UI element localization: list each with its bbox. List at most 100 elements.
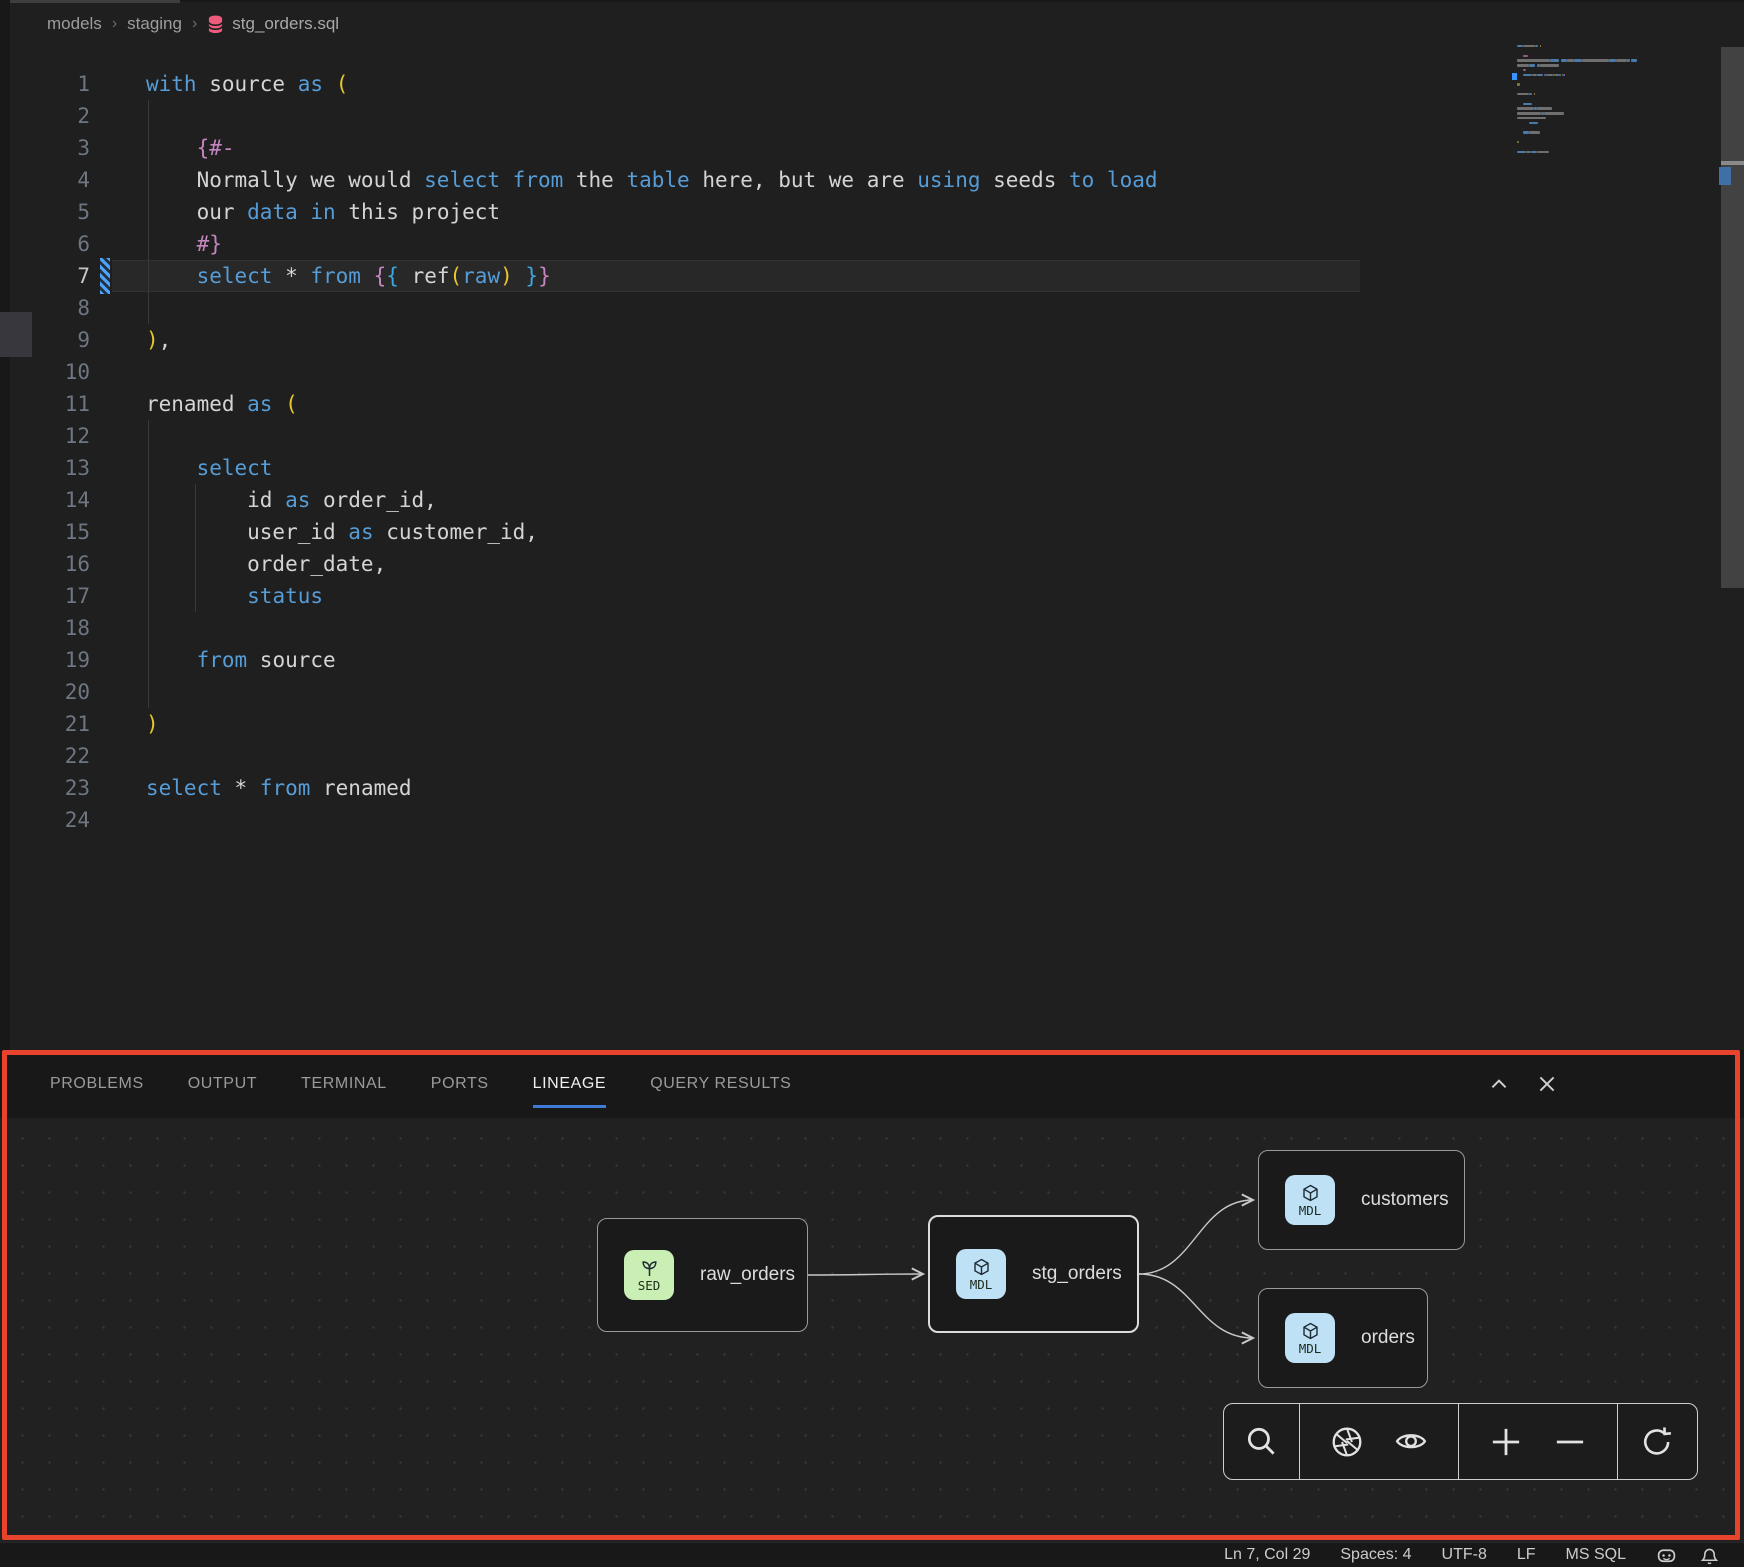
line-number: 22 [0, 740, 90, 772]
code-line-8[interactable]: 8 [0, 292, 1744, 324]
chevron-up-icon[interactable] [1488, 1073, 1510, 1095]
bell-icon[interactable] [1699, 1545, 1720, 1566]
search-icon[interactable] [1245, 1425, 1279, 1459]
code-line-19[interactable]: 19 from source [0, 644, 1744, 676]
toolbar-group [1617, 1404, 1697, 1479]
code-line-21[interactable]: 21) [0, 708, 1744, 740]
chevron-right-icon: › [192, 15, 197, 33]
code-line-22[interactable]: 22 [0, 740, 1744, 772]
code-line-15[interactable]: 15 user_id as customer_id, [0, 516, 1744, 548]
lineage-node-raw_orders[interactable]: SEDraw_orders [597, 1218, 808, 1332]
code-line-12[interactable]: 12 [0, 420, 1744, 452]
code-text: #} [146, 228, 222, 260]
minimap-line [1517, 59, 1550, 61]
tab-query-results[interactable]: QUERY RESULTS [650, 1050, 791, 1118]
code-line-20[interactable]: 20 [0, 676, 1744, 708]
overview-ruler-tick [1721, 161, 1744, 165]
status-ln-7-col-29[interactable]: Ln 7, Col 29 [1224, 1546, 1310, 1564]
node-label: raw_orders [700, 1264, 795, 1286]
code-text: user_id as customer_id, [146, 516, 538, 548]
editor-scrollbar[interactable] [1721, 47, 1744, 588]
minimap-line [1534, 93, 1536, 95]
status-ms-sql[interactable]: MS SQL [1566, 1546, 1626, 1564]
refresh-icon[interactable] [1640, 1425, 1674, 1459]
tab-output[interactable]: OUTPUT [188, 1050, 257, 1118]
minimap-line [1529, 64, 1535, 66]
line-number: 13 [0, 452, 90, 484]
minimap-line [1523, 69, 1526, 71]
edge-raw_orders-to-stg_orders [808, 1274, 923, 1275]
minimap-line [1531, 151, 1537, 153]
line-number: 2 [0, 100, 90, 132]
minimap-line [1517, 107, 1534, 109]
minimap-line [1631, 59, 1637, 61]
minimap[interactable] [1517, 45, 1703, 175]
code-line-11[interactable]: 11renamed as ( [0, 388, 1744, 420]
panel-actions [1488, 1050, 1558, 1118]
minimap-line [1529, 122, 1538, 124]
minimap-line [1517, 93, 1529, 95]
line-number: 6 [0, 228, 90, 260]
code-line-13[interactable]: 13 select [0, 452, 1744, 484]
chevron-right-icon: › [112, 15, 117, 33]
minimap-line [1523, 103, 1532, 105]
zoom-in-icon[interactable] [1489, 1425, 1523, 1459]
code-line-1[interactable]: 1with source as ( [0, 68, 1744, 100]
line-number: 18 [0, 612, 90, 644]
active-tab-edge [10, 0, 180, 3]
minimap-line [1517, 117, 1546, 119]
minimap-line [1523, 45, 1535, 47]
code-line-14[interactable]: 14 id as order_id, [0, 484, 1744, 516]
minimap-line [1517, 112, 1541, 114]
code-line-23[interactable]: 23select * from renamed [0, 772, 1744, 804]
code-line-5[interactable]: 5 our data in this project [0, 196, 1744, 228]
code-editor[interactable]: 1with source as (23 {#-4 Normally we wou… [0, 68, 1744, 836]
breadcrumb-item-file[interactable]: stg_orders.sql [207, 14, 339, 34]
code-text: Normally we would select from the table … [146, 164, 1158, 196]
code-line-16[interactable]: 16 order_date, [0, 548, 1744, 580]
code-text: status [146, 580, 323, 612]
status-utf-8[interactable]: UTF-8 [1442, 1546, 1487, 1564]
code-line-4[interactable]: 4 Normally we would select from the tabl… [0, 164, 1744, 196]
lineage-node-customers[interactable]: MDLcustomers [1258, 1150, 1465, 1250]
minimap-line [1564, 74, 1566, 76]
node-label: customers [1361, 1189, 1449, 1211]
code-line-24[interactable]: 24 [0, 804, 1744, 836]
line-number: 23 [0, 772, 90, 804]
minimap-line [1526, 151, 1531, 153]
tab-terminal[interactable]: TERMINAL [301, 1050, 387, 1118]
code-line-7[interactable]: 7 select * from {{ ref(raw) }} [0, 260, 1744, 292]
panel-header: PROBLEMS OUTPUT TERMINAL PORTS LINEAGE QUERY … [0, 1050, 1744, 1118]
zoom-out-icon[interactable] [1553, 1425, 1587, 1459]
line-number: 9 [0, 324, 90, 356]
code-line-17[interactable]: 17 status [0, 580, 1744, 612]
status-spaces-4[interactable]: Spaces: 4 [1340, 1546, 1411, 1564]
line-number: 24 [0, 804, 90, 836]
code-line-2[interactable]: 2 [0, 100, 1744, 132]
code-line-9[interactable]: 9), [0, 324, 1744, 356]
eye-icon[interactable] [1394, 1425, 1428, 1459]
status-lf[interactable]: LF [1517, 1546, 1536, 1564]
code-line-10[interactable]: 10 [0, 356, 1744, 388]
aperture-icon[interactable] [1330, 1425, 1364, 1459]
line-number: 14 [0, 484, 90, 516]
tab-lineage[interactable]: LINEAGE [533, 1050, 607, 1118]
code-text: ) [146, 708, 159, 740]
lineage-canvas[interactable]: SEDraw_orders MDLstg_orders MDLcustomers MD… [0, 1118, 1744, 1542]
breadcrumb-item-staging[interactable]: staging [127, 14, 182, 34]
breadcrumb-item-models[interactable]: models [47, 14, 102, 34]
copilot-icon[interactable] [1656, 1545, 1677, 1566]
lineage-node-orders[interactable]: MDLorders [1258, 1288, 1428, 1388]
code-line-18[interactable]: 18 [0, 612, 1744, 644]
minimap-line [1574, 59, 1582, 61]
code-line-3[interactable]: 3 {#- [0, 132, 1744, 164]
lineage-node-stg_orders[interactable]: MDLstg_orders [928, 1215, 1139, 1333]
code-line-6[interactable]: 6 #} [0, 228, 1744, 260]
overview-ruler-modified-tick [1719, 167, 1731, 185]
breadcrumb: models › staging › stg_orders.sql [47, 14, 339, 34]
minimap-modified-marker [1512, 73, 1517, 80]
tab-ports[interactable]: PORTS [431, 1050, 489, 1118]
minimap-line [1537, 151, 1549, 153]
tab-problems[interactable]: PROBLEMS [50, 1050, 144, 1118]
close-icon[interactable] [1536, 1073, 1558, 1095]
